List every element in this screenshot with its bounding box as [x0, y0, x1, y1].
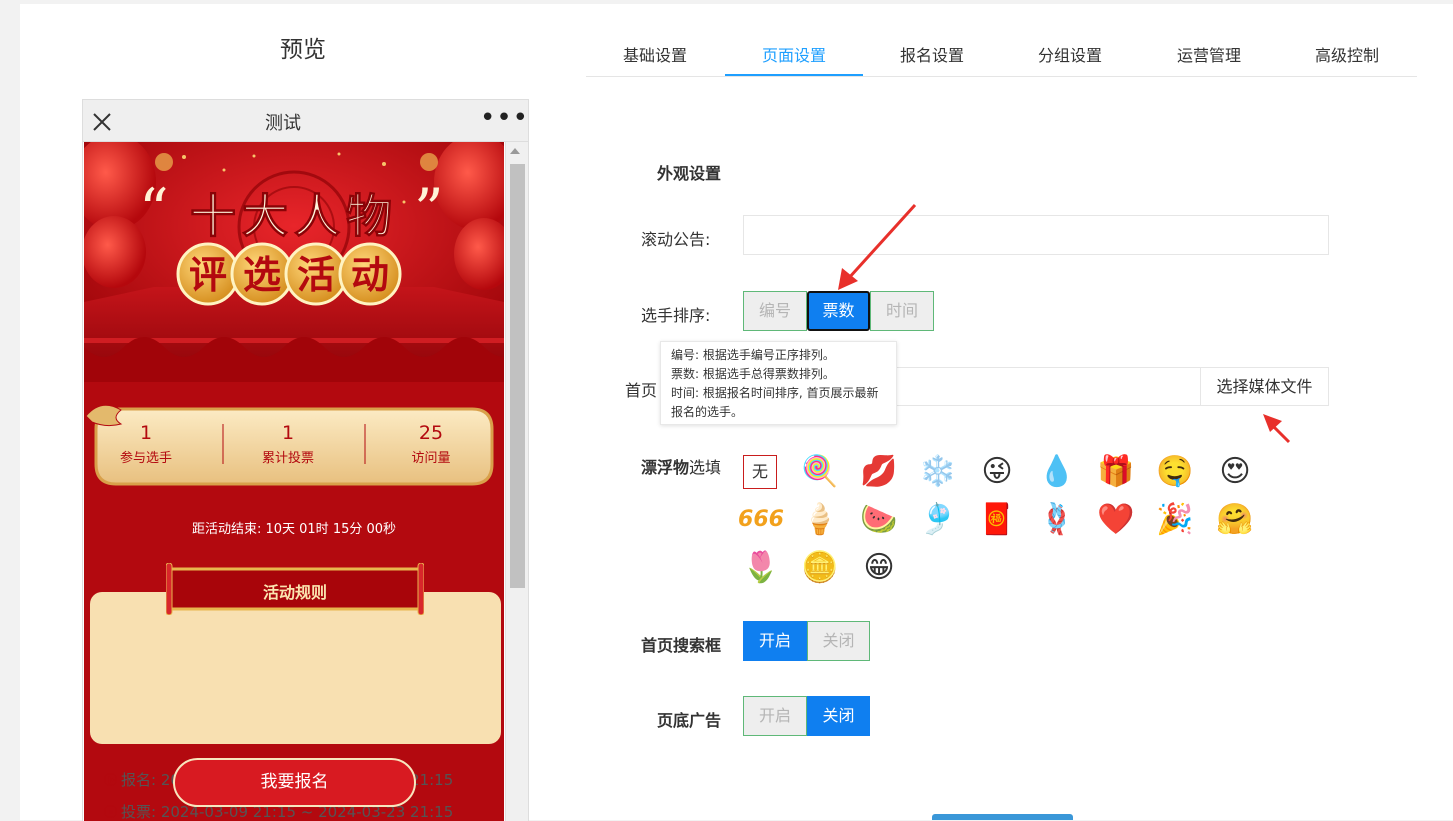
event-banner: “ 十大人物 ” 评 选 活 动: [84, 142, 504, 382]
sort-by-time-button[interactable]: 时间: [870, 291, 934, 331]
stat-visits: 25 访问量: [371, 404, 491, 466]
notice-label: 滚动公告:: [641, 230, 711, 249]
stat-value: 1: [281, 422, 295, 444]
tab-page[interactable]: 页面设置: [725, 42, 863, 66]
active-tab-indicator: [725, 74, 863, 76]
heart-icon[interactable]: ❤️: [1096, 500, 1136, 540]
tab-basic[interactable]: 基础设置: [586, 42, 724, 66]
tab-signup[interactable]: 报名设置: [863, 42, 1001, 66]
tooltip-line: 编号: 根据选手编号正序排列。: [671, 348, 835, 362]
svg-text:活: 活: [297, 252, 335, 297]
svg-text:动: 动: [351, 252, 389, 297]
lollipop-icon[interactable]: 🍭: [800, 452, 840, 492]
countdown-text: 距活动结束: 10天 01时 15分 00秒: [191, 522, 397, 537]
float-none-option[interactable]: 无: [743, 455, 777, 489]
heart-eyes-icon[interactable]: 😍: [1215, 452, 1255, 492]
sort-by-number-button[interactable]: 编号: [743, 291, 807, 331]
tooltip-line: 时间: 根据报名时间排序, 首页展示最新报名的选手。: [671, 386, 879, 419]
rules-title: 活动规则: [262, 583, 327, 602]
fu-charm-icon[interactable]: 🧧: [977, 500, 1017, 540]
tooltip-line: 票数: 根据选手总得票数排列。: [671, 367, 835, 381]
search-box-label: 首页搜索框: [641, 636, 722, 655]
preview-heading: 预览: [280, 37, 326, 63]
stat-participants: 1 参与选手: [86, 404, 206, 466]
sort-tooltip: 编号: 根据选手编号正序排列。 票数: 根据选手总得票数排列。 时间: 根据报名…: [660, 341, 897, 425]
footer-ad-label: 页底广告: [657, 711, 722, 730]
svg-text:评: 评: [189, 252, 227, 297]
drool-face-icon[interactable]: 🤤: [1155, 452, 1195, 492]
settings-tabs: 基础设置 页面设置 报名设置 分组设置 运营管理 高级控制: [586, 30, 1417, 77]
stat-label: 访问量: [411, 451, 451, 466]
gold-coin-icon[interactable]: 🪙: [800, 548, 840, 588]
sort-label: 选手排序:: [641, 306, 711, 325]
stat-value: 25: [418, 422, 444, 444]
float-label-bold: 漂浮物: [641, 458, 690, 477]
preview-screen: “ 十大人物 ” 评 选 活 动 1 参与选手 1 累计投票 25 访问量 距活…: [84, 142, 504, 821]
search-off-button[interactable]: 关闭: [807, 621, 870, 661]
lips-icon[interactable]: 💋: [859, 452, 899, 492]
snowflake-icon[interactable]: ❄️: [918, 452, 958, 492]
submit-button[interactable]: [932, 814, 1073, 820]
scroll-thumb[interactable]: [510, 164, 525, 588]
wink-face-icon[interactable]: 😜: [977, 452, 1017, 492]
rain-icon[interactable]: 🎐: [918, 500, 958, 540]
watermelon-icon[interactable]: 🍉: [859, 500, 899, 540]
gift-icon[interactable]: 🎁: [1096, 452, 1136, 492]
search-on-button[interactable]: 开启: [743, 621, 807, 661]
choose-media-button[interactable]: 选择媒体文件: [1200, 367, 1329, 406]
tulip-icon[interactable]: 🌷: [741, 548, 781, 588]
svg-text:选: 选: [243, 252, 281, 297]
tab-operations[interactable]: 运营管理: [1140, 42, 1278, 66]
float-label: 漂浮物选填: [641, 454, 721, 478]
play-icon: [104, 773, 117, 786]
phone-window-title: 测试: [265, 113, 301, 134]
stat-total-votes: 1 累计投票: [228, 404, 348, 466]
banner-quote-open: “: [139, 176, 169, 244]
float-label-rest: 选填: [689, 458, 722, 477]
water-drop-icon[interactable]: 💧: [1037, 452, 1077, 492]
pause-icon: [104, 805, 117, 818]
hug-face-icon[interactable]: 🤗: [1215, 500, 1255, 540]
ice-cream-icon[interactable]: 🍦: [800, 500, 840, 540]
homepage-media-label: 首页: [625, 381, 658, 400]
banner-title-line1: 十大人物: [190, 189, 398, 243]
tab-advanced[interactable]: 高级控制: [1278, 42, 1416, 66]
party-popper-icon[interactable]: 🎉: [1155, 500, 1195, 540]
notice-input[interactable]: [743, 215, 1329, 255]
six-six-six-icon[interactable]: 666: [738, 500, 784, 540]
phone-preview: 测试 ••• “ 十大人物 ” 评 选 活 动 1 参与选手 1 累计投票 25…: [82, 99, 529, 821]
grin-face-icon[interactable]: 😁: [859, 548, 899, 588]
chinese-knot-icon[interactable]: 🪢: [1037, 500, 1077, 540]
more-icon[interactable]: •••: [480, 103, 528, 133]
tab-groups[interactable]: 分组设置: [1001, 42, 1139, 66]
footer-ad-off-button[interactable]: 关闭: [807, 696, 870, 736]
section-title: 外观设置: [657, 164, 722, 183]
signup-button[interactable]: 我要报名: [173, 758, 416, 807]
stat-value: 1: [139, 422, 153, 444]
stat-label: 参与选手: [119, 451, 172, 466]
footer-ad-on-button[interactable]: 开启: [743, 696, 807, 736]
scroll-up-arrow-icon[interactable]: [510, 148, 520, 154]
stat-label: 累计投票: [261, 451, 314, 466]
sort-by-votes-button[interactable]: 票数: [807, 291, 870, 331]
phone-title-bar: 测试 •••: [83, 100, 528, 142]
banner-quote-close: ”: [414, 176, 444, 244]
preview-scrollbar[interactable]: [505, 142, 528, 821]
